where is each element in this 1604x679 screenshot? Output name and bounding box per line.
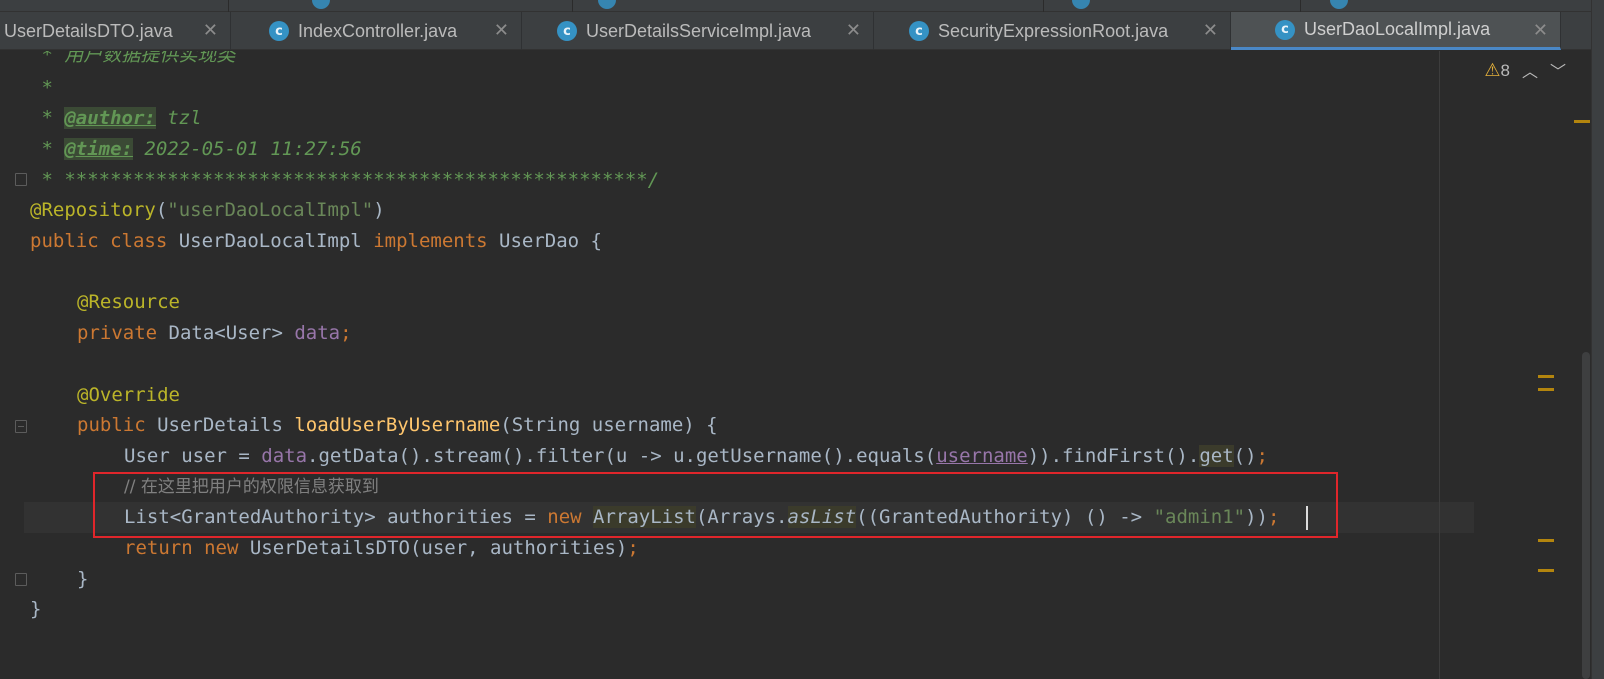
java-class-icon: c (1275, 19, 1295, 40)
close-icon[interactable]: ✕ (203, 20, 218, 41)
code-line: @Override (77, 384, 180, 406)
tab-userdetailsserviceimpl[interactable]: c UserDetailsServiceImpl.java ✕ (522, 12, 874, 50)
warning-marker[interactable] (1538, 375, 1554, 378)
code-editor[interactable]: * 用户数据提供实现类 * * @author: tzl * @time: 20… (24, 51, 1474, 679)
chevron-up-icon[interactable]: ︿ (1522, 58, 1538, 82)
tab-separator (1043, 0, 1044, 12)
warning-marker[interactable] (1538, 388, 1554, 391)
inspection-widget[interactable]: ⚠8 ︿ ﹀ (1484, 58, 1566, 82)
tab-separator (1300, 0, 1301, 12)
code-line: public UserDetails loadUserByUsername(St… (77, 414, 718, 436)
tab-label: IndexController.java (298, 20, 458, 41)
java-class-locked-icon: c (909, 21, 929, 41)
tab-separator (572, 0, 573, 12)
java-class-icon (1072, 0, 1090, 9)
vertical-scrollbar[interactable] (1582, 352, 1590, 679)
code-line: @Repository("userDaoLocalImpl") (30, 199, 385, 221)
red-annotation-box (93, 472, 1338, 538)
code-line: * @time: 2022-05-01 11:27:56 (30, 138, 362, 160)
warning-icon: ⚠ (1484, 59, 1501, 81)
right-tool-strip (1591, 0, 1604, 679)
code-line: } (77, 568, 89, 590)
code-line: * **************************************… (30, 169, 660, 191)
chevron-down-icon[interactable]: ﹀ (1550, 58, 1566, 82)
text-caret (1306, 506, 1308, 530)
tab-label: UserDetailsDTO.java (4, 20, 173, 41)
java-class-icon (598, 0, 616, 9)
secondary-tab-row (0, 0, 1604, 12)
close-icon[interactable]: ✕ (846, 20, 861, 41)
close-icon[interactable]: ✕ (1203, 20, 1218, 41)
tab-label: UserDetailsServiceImpl.java (586, 20, 812, 41)
close-icon[interactable]: ✕ (494, 20, 509, 41)
tab-userdaolocalimpl[interactable]: c UserDaoLocalImpl.java ✕ (1231, 12, 1561, 50)
code-line: @Resource (77, 291, 180, 313)
warning-marker[interactable] (1538, 539, 1554, 542)
code-line: public class UserDaoLocalImpl implements… (30, 230, 602, 252)
code-line: * 用户数据提供实现类 (30, 51, 236, 66)
tab-indexcontroller[interactable]: c IndexController.java ✕ (231, 12, 522, 50)
tab-separator (228, 0, 229, 12)
editor-gutter[interactable] (0, 51, 27, 679)
java-class-icon (312, 0, 330, 9)
code-line: * (30, 77, 53, 99)
tab-userdetailsdto[interactable]: UserDetailsDTO.java ✕ (0, 12, 231, 50)
editor-tab-bar: UserDetailsDTO.java ✕ c IndexController.… (0, 12, 1604, 50)
java-class-icon: c (269, 21, 289, 41)
warning-marker[interactable] (1574, 120, 1590, 123)
warning-count[interactable]: ⚠8 (1484, 60, 1510, 81)
warning-marker[interactable] (1538, 569, 1554, 572)
tab-label: SecurityExpressionRoot.java (938, 20, 1169, 41)
tab-securityexpressionroot[interactable]: c SecurityExpressionRoot.java ✕ (874, 12, 1231, 50)
java-class-icon (1330, 0, 1348, 9)
close-icon[interactable]: ✕ (1533, 20, 1548, 41)
code-line: * @author: tzl (30, 107, 202, 129)
java-class-icon: c (557, 21, 577, 41)
code-line: } (30, 598, 42, 620)
code-line: User user = data.getData().stream().filt… (124, 445, 1268, 467)
tab-label: UserDaoLocalImpl.java (1304, 19, 1491, 39)
right-margin-guide (1439, 51, 1440, 679)
code-line: private Data<User> data; (77, 322, 352, 344)
